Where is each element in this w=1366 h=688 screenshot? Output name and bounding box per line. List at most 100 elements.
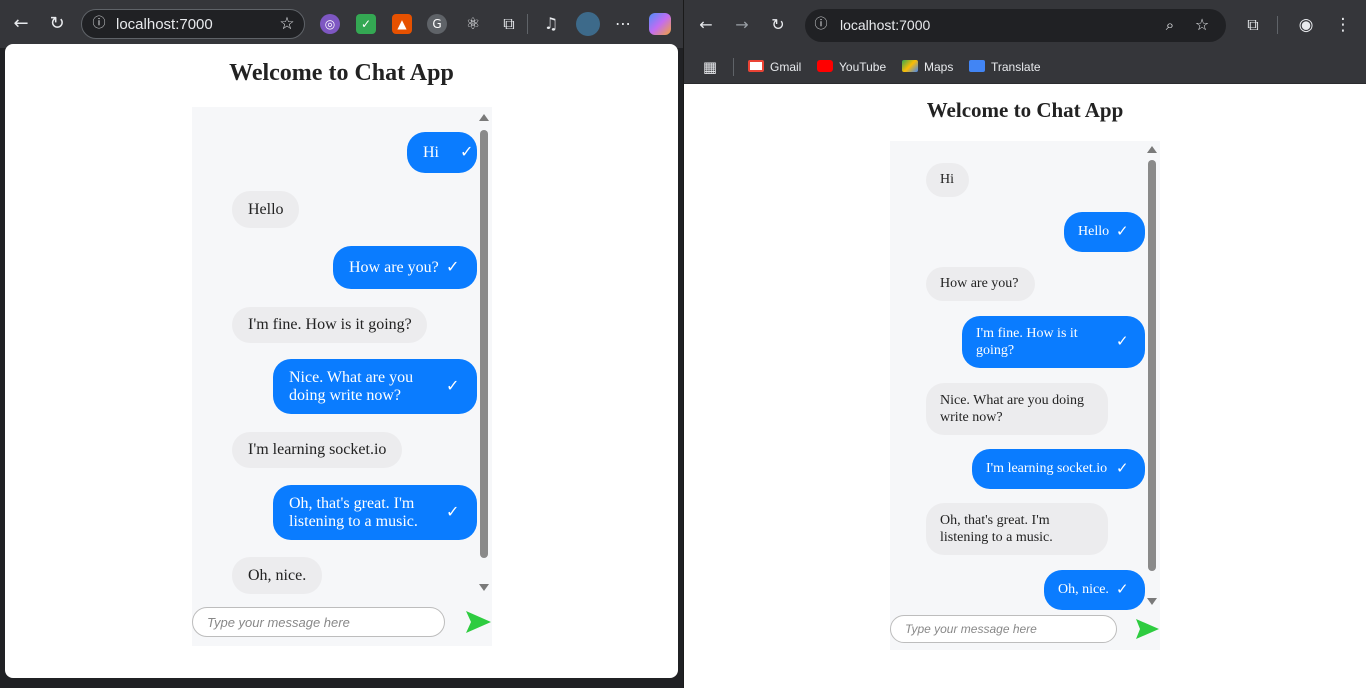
extension-icon[interactable]: ◎: [320, 14, 340, 34]
message-sent: Oh, that's great. I'm listening to a mus…: [273, 485, 477, 540]
right-url-text: localhost:7000: [840, 17, 931, 33]
delivered-check-icon: ✓: [1116, 332, 1129, 350]
message-input[interactable]: Type your message here: [890, 615, 1117, 643]
page-title: Welcome to Chat App: [229, 60, 454, 86]
message-sent: Oh, nice. ✓: [1044, 570, 1145, 610]
message-text: Nice. What are you doing write now?: [289, 368, 414, 404]
message-sent: Hello ✓: [1064, 212, 1145, 252]
page-title: Welcome to Chat App: [926, 98, 1124, 122]
profile-icon[interactable]: ◉: [1294, 13, 1318, 37]
avatar[interactable]: [576, 12, 600, 36]
translate-icon: [969, 60, 985, 72]
gmail-icon: [748, 60, 764, 72]
bookmark-label: Gmail: [770, 60, 802, 74]
bookmark-label: Translate: [991, 60, 1041, 74]
bookmarks-bar: ▦ Gmail YouTube Maps Translate: [684, 50, 1366, 84]
message-received: Oh, that's great. I'm listening to a mus…: [926, 503, 1108, 555]
toolbar-divider: [527, 14, 528, 34]
message-text: Nice. What are you doing write now?: [940, 393, 1084, 425]
puzzle-icon[interactable]: ⧉: [1241, 13, 1265, 37]
delivered-check-icon: ✓: [460, 142, 474, 161]
message-text: How are you?: [349, 258, 439, 276]
message-received: How are you?: [926, 267, 1035, 301]
extension-icon[interactable]: ▲: [392, 14, 412, 34]
apps-grid-icon[interactable]: ▦: [698, 55, 722, 79]
right-browser-window: ← → ↻ ⓘ localhost:7000 ⌕ ☆ ⧉ ◉ ⋮ ▦ Gmail…: [684, 0, 1366, 688]
delivered-check-icon: ✓: [1116, 222, 1129, 240]
toolbar-divider: [1277, 16, 1278, 34]
scroll-up-arrow-icon[interactable]: [479, 114, 489, 121]
media-control-icon[interactable]: ♫: [541, 14, 561, 34]
message-received: I'm learning socket.io: [232, 432, 402, 468]
left-browser-window: ← ↻ ⓘ localhost:7000 ☆ ◎ ✓ ▲ G ⚛ ⧉ ♫ ⋯ W…: [0, 0, 683, 688]
scroll-up-arrow-icon[interactable]: [1147, 146, 1157, 153]
youtube-icon: [817, 60, 833, 72]
message-text: Hello: [1078, 224, 1110, 239]
info-icon[interactable]: ⓘ: [809, 13, 833, 37]
zoom-icon[interactable]: ⌕: [1158, 13, 1182, 37]
message-text: Hello: [248, 200, 284, 218]
chat-container: Hi Hello ✓ How are you? I'm fine. How is…: [890, 141, 1160, 650]
message-received: Nice. What are you doing write now?: [926, 383, 1108, 435]
delivered-check-icon: ✓: [1116, 459, 1129, 477]
info-icon[interactable]: ⓘ: [87, 12, 111, 36]
forward-arrow-icon[interactable]: →: [730, 13, 754, 37]
bookmark-gmail[interactable]: Gmail: [748, 50, 801, 84]
message-input[interactable]: Type your message here: [192, 607, 445, 637]
send-arrow-icon[interactable]: [464, 609, 492, 635]
message-text: Oh, nice.: [1058, 582, 1109, 597]
message-text: Oh, that's great. I'm listening to a mus…: [940, 513, 1053, 545]
bookmark-label: YouTube: [839, 60, 887, 74]
shield-extension-icon[interactable]: ✓: [356, 14, 376, 34]
bookmarks-divider: [733, 58, 734, 76]
reload-icon[interactable]: ↻: [45, 12, 69, 36]
chat-scrollbar[interactable]: [1147, 145, 1157, 607]
scroll-down-arrow-icon[interactable]: [1147, 598, 1157, 605]
scrollbar-thumb[interactable]: [480, 130, 488, 558]
delivered-check-icon: ✓: [446, 376, 460, 395]
kebab-menu-icon[interactable]: ⋯: [613, 14, 633, 34]
chat-container: Hi ✓ Hello How are you? ✓ I'm fine. How …: [192, 107, 492, 646]
message-sent: I'm learning socket.io ✓: [972, 449, 1145, 489]
message-received: Hello: [232, 191, 299, 228]
message-text: I'm fine. How is it going?: [248, 316, 412, 333]
delivered-check-icon: ✓: [1116, 580, 1129, 598]
message-sent: Nice. What are you doing write now? ✓: [273, 359, 477, 414]
kebab-menu-icon[interactable]: ⋮: [1331, 13, 1355, 37]
message-text: Oh, that's great. I'm listening to a mus…: [289, 494, 418, 530]
left-address-bar[interactable]: ⓘ localhost:7000 ☆: [81, 9, 305, 39]
delivered-check-icon: ✓: [446, 257, 460, 276]
message-sent: Hi ✓: [407, 132, 477, 173]
left-browser-toolbar: ← ↻ ⓘ localhost:7000 ☆ ◎ ✓ ▲ G ⚛ ⧉ ♫ ⋯: [0, 0, 683, 48]
scroll-down-arrow-icon[interactable]: [479, 584, 489, 591]
message-sent: I'm fine. How is it going? ✓: [962, 316, 1145, 368]
reload-icon[interactable]: ↻: [766, 13, 790, 37]
chat-scrollbar[interactable]: [479, 112, 489, 592]
copilot-icon[interactable]: [649, 13, 671, 35]
maps-icon: [902, 60, 918, 72]
star-icon[interactable]: ☆: [275, 12, 299, 36]
bookmark-youtube[interactable]: YouTube: [817, 50, 886, 84]
right-address-bar[interactable]: ⓘ localhost:7000 ⌕ ☆: [805, 9, 1226, 42]
react-devtools-icon[interactable]: ⚛: [463, 14, 483, 34]
bookmark-label: Maps: [924, 60, 954, 74]
back-arrow-icon[interactable]: ←: [694, 13, 718, 37]
message-text: Oh, nice.: [248, 566, 307, 584]
star-icon[interactable]: ☆: [1190, 13, 1214, 37]
right-page-content: Welcome to Chat App Hi Hello ✓ How are y…: [684, 84, 1366, 688]
puzzle-icon[interactable]: ⧉: [499, 14, 519, 34]
bookmark-translate[interactable]: Translate: [969, 50, 1041, 84]
left-page-content: Welcome to Chat App Hi ✓ Hello How are y…: [5, 44, 678, 678]
scrollbar-thumb[interactable]: [1148, 160, 1156, 571]
message-text: I'm learning socket.io: [248, 441, 387, 458]
back-arrow-icon[interactable]: ←: [9, 12, 33, 36]
grammarly-extension-icon[interactable]: G: [427, 14, 447, 34]
message-received: Hi: [926, 163, 969, 197]
message-text: Hi: [423, 143, 439, 161]
message-received: I'm fine. How is it going?: [232, 307, 427, 343]
delivered-check-icon: ✓: [446, 502, 460, 521]
message-received: Oh, nice.: [232, 557, 322, 594]
send-arrow-icon[interactable]: [1134, 617, 1160, 641]
message-sent: How are you? ✓: [333, 246, 477, 289]
bookmark-maps[interactable]: Maps: [902, 50, 953, 84]
